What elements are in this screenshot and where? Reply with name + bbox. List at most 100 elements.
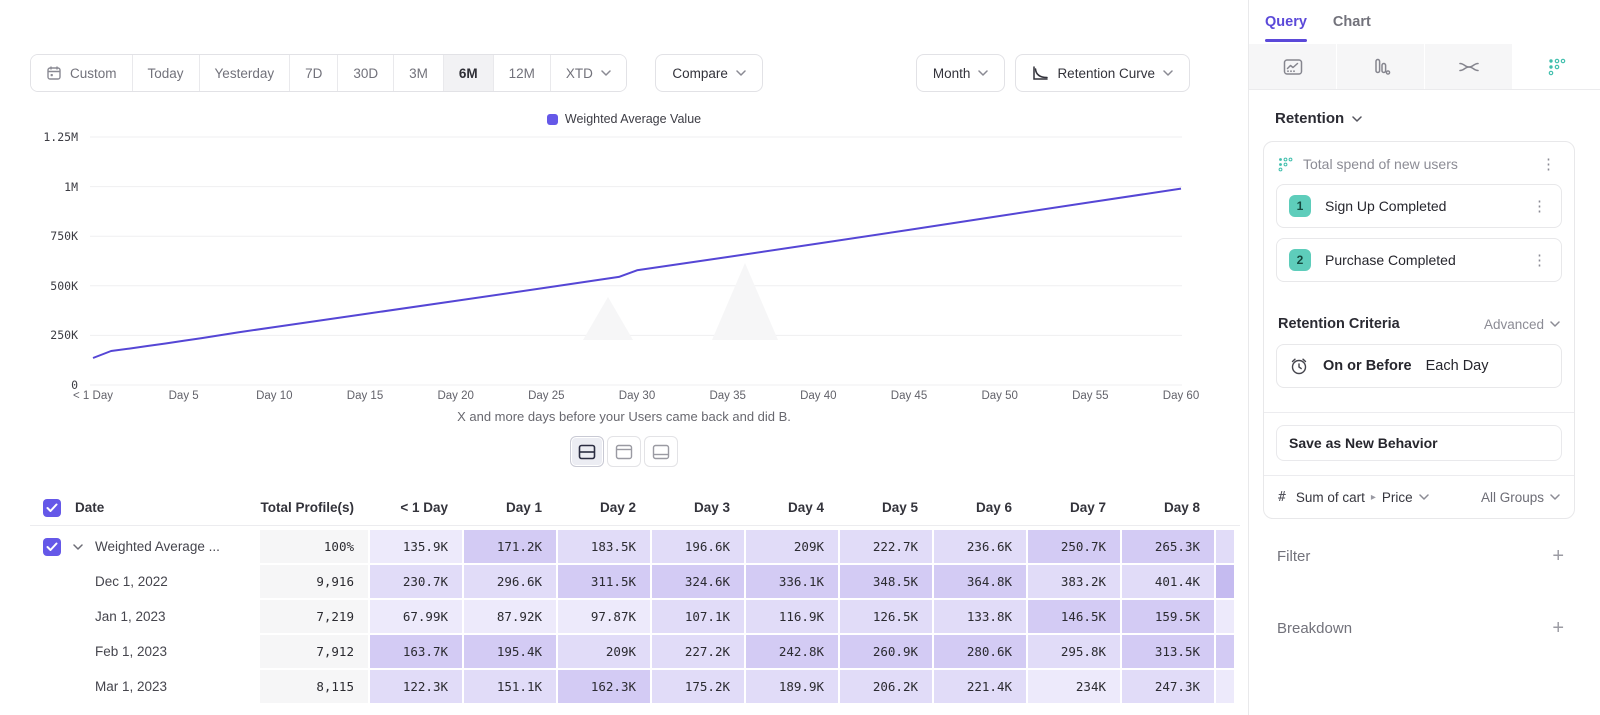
range-label: 6M <box>459 66 478 81</box>
kebab-menu-icon[interactable]: ⋮ <box>1528 199 1551 214</box>
add-filter-button[interactable]: + <box>1552 546 1564 566</box>
behavior-step[interactable]: 1Sign Up Completed⋮ <box>1276 184 1562 228</box>
legend-label: Weighted Average Value <box>565 112 701 126</box>
day-value-cell: 206.2K <box>840 670 932 703</box>
chevron-down-icon <box>1163 70 1173 76</box>
report-tab-retention[interactable] <box>1513 44 1600 89</box>
range-today-button[interactable]: Today <box>132 55 199 91</box>
range-label: 3M <box>409 66 428 81</box>
partial-day-cell <box>1216 565 1234 598</box>
chevron-down-icon[interactable] <box>1352 116 1362 122</box>
measure-dropdown[interactable]: Sum of cart ▸ Price <box>1296 490 1471 505</box>
table-view-toggle-button[interactable] <box>644 436 678 467</box>
main-panel: CustomTodayYesterday 7D 30D 3M 6M 12MXTD Comp… <box>0 0 1248 715</box>
day-value-cell: 260.9K <box>840 635 932 668</box>
range-12m-button[interactable]: 12M <box>493 55 550 91</box>
chart-view-toggle-button[interactable] <box>607 436 641 467</box>
total-profiles-cell: 7,912 <box>260 635 368 668</box>
total-profiles-cell: 7,219 <box>260 600 368 633</box>
retention-table: DateTotal Profile(s)< 1 DayDay 1Day 2Day… <box>30 490 1240 705</box>
all-groups-label: All Groups <box>1481 490 1544 505</box>
x-tick-label: Day 55 <box>1050 390 1130 402</box>
day-value-cell: 97.87K <box>558 600 650 633</box>
report-tab-insights[interactable] <box>1249 44 1336 89</box>
day-value-cell: 195.4K <box>464 635 556 668</box>
day-value-cell: 364.8K <box>934 565 1026 598</box>
number-type-icon: # <box>1278 490 1286 505</box>
header-date-label: Date <box>75 500 104 515</box>
breakdown-section: Breakdown + <box>1277 613 1564 643</box>
day-value-cell: 67.99K <box>370 600 462 633</box>
behavior-step[interactable]: 2Purchase Completed⋮ <box>1276 238 1562 282</box>
table-row: Dec 1, 20229,916230.7K296.6K311.5K324.6K… <box>30 565 1240 598</box>
day-value-cell: 242.8K <box>746 635 838 668</box>
all-groups-dropdown[interactable]: All Groups <box>1481 490 1560 505</box>
row-label: Mar 1, 2023 <box>95 679 167 694</box>
day-value-cell: 348.5K <box>840 565 932 598</box>
chart-canvas <box>0 128 1248 398</box>
retention-curve-chart: 0250K500K750K1M1.25M < 1 DayDay 5Day 10D… <box>0 128 1248 398</box>
partial-day-cell <box>1216 635 1234 668</box>
report-tab-flows[interactable] <box>1425 44 1512 89</box>
advanced-label: Advanced <box>1484 317 1544 332</box>
y-tick-label: 250K <box>18 328 78 342</box>
filter-section: Filter + <box>1277 541 1564 571</box>
chart-legend: Weighted Average Value <box>0 112 1248 126</box>
section-header: Retention <box>1249 90 1600 141</box>
chart-view-icon <box>615 444 633 460</box>
day-value-cell: 234K <box>1028 670 1120 703</box>
day-value-cell: 189.9K <box>746 670 838 703</box>
range-30d-button[interactable]: 30D <box>337 55 393 91</box>
day-value-cell: 401.4K <box>1122 565 1214 598</box>
compare-label: Compare <box>672 66 728 81</box>
kebab-menu-icon[interactable]: ⋮ <box>1537 157 1560 172</box>
day-value-cell: 230.7K <box>370 565 462 598</box>
report-tab-funnels[interactable] <box>1337 44 1424 89</box>
table-row: Jan 1, 20237,21967.99K87.92K97.87K107.1K… <box>30 600 1240 633</box>
row-checkbox[interactable] <box>43 538 61 556</box>
split-view-toggle-button[interactable] <box>570 436 604 467</box>
x-tick-label: Day 45 <box>869 390 949 402</box>
select-all-checkbox[interactable] <box>43 499 61 517</box>
range-xtd-button[interactable]: XTD <box>550 55 626 91</box>
advanced-dropdown[interactable]: Advanced <box>1484 317 1560 332</box>
total-profiles-cell: 9,916 <box>260 565 368 598</box>
range-3m-button[interactable]: 3M <box>393 55 443 91</box>
day-value-cell: 133.8K <box>934 600 1026 633</box>
x-tick-label: Day 40 <box>778 390 858 402</box>
x-tick-label: Day 20 <box>416 390 496 402</box>
day-value-cell: 383.2K <box>1028 565 1120 598</box>
chart-type-dropdown[interactable]: Retention Curve <box>1015 54 1190 92</box>
day-value-cell: 87.92K <box>464 600 556 633</box>
x-tick-label: Day 5 <box>144 390 224 402</box>
criteria-condition[interactable]: On or Before Each Day <box>1276 344 1562 388</box>
range-6m-button[interactable]: 6M <box>443 55 493 91</box>
view-toggle-group <box>0 436 1248 467</box>
granularity-dropdown[interactable]: Month <box>916 54 1006 92</box>
range-yesterday-button[interactable]: Yesterday <box>199 55 290 91</box>
step-label: Sign Up Completed <box>1325 198 1514 214</box>
query-sidebar: QueryChart Retention Total spend of new … <box>1248 0 1600 715</box>
day-value-cell: 236.6K <box>934 530 1026 563</box>
breakdown-label: Breakdown <box>1277 620 1552 637</box>
day-value-cell: 280.6K <box>934 635 1026 668</box>
header-day-4: Day 4 <box>746 490 838 525</box>
table-row: Feb 1, 20237,912163.7K195.4K209K227.2K24… <box>30 635 1240 668</box>
kebab-menu-icon[interactable]: ⋮ <box>1528 253 1551 268</box>
range-label: 7D <box>305 66 322 81</box>
compare-button[interactable]: Compare <box>655 54 763 92</box>
y-tick-label: 1.25M <box>18 130 78 144</box>
tab-query[interactable]: Query <box>1265 0 1307 44</box>
save-as-new-behavior-button[interactable]: Save as New Behavior <box>1276 425 1562 461</box>
tab-chart[interactable]: Chart <box>1333 0 1371 44</box>
header-total-profile-s-: Total Profile(s) <box>260 490 368 525</box>
row-expand-chevron-icon[interactable] <box>73 544 83 550</box>
range-custom-button[interactable]: Custom <box>31 55 132 91</box>
section-title: Retention <box>1275 110 1344 127</box>
step-number-badge: 2 <box>1289 249 1311 271</box>
day-value-cell: 336.1K <box>746 565 838 598</box>
x-tick-label: Day 35 <box>688 390 768 402</box>
filter-label: Filter <box>1277 548 1552 565</box>
range-7d-button[interactable]: 7D <box>289 55 337 91</box>
add-breakdown-button[interactable]: + <box>1552 618 1564 638</box>
